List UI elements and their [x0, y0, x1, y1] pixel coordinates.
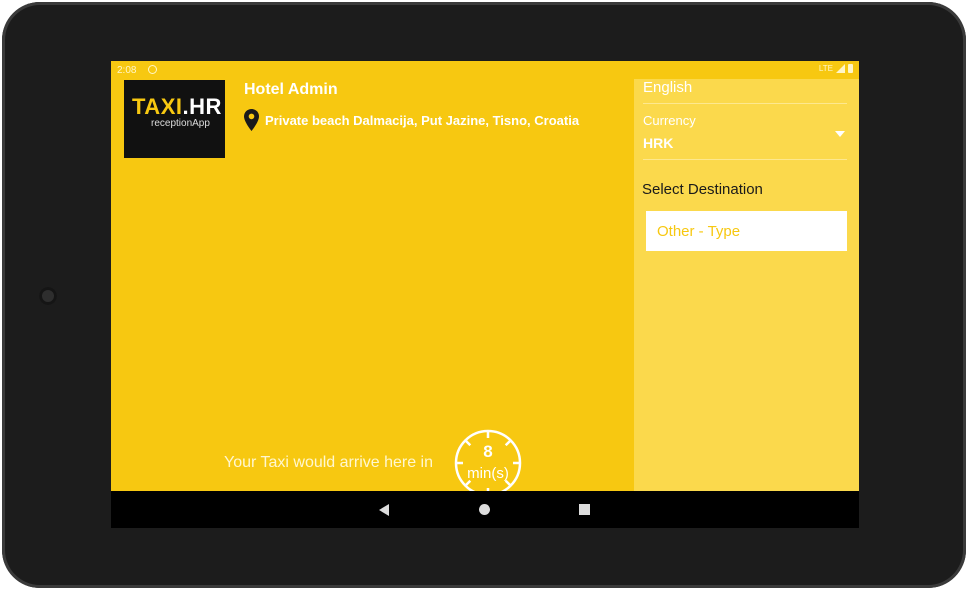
clock-icon [454, 429, 522, 497]
app-screen: 2:08 LTE TAXI.HR receptionApp Hotel Admi… [111, 61, 859, 528]
location-pin-icon [244, 109, 259, 131]
divider [643, 159, 847, 160]
battery-icon [848, 64, 853, 73]
status-indicators: LTE [819, 64, 853, 73]
destination-label: Select Destination [642, 181, 763, 198]
camera-icon [39, 287, 57, 305]
home-icon[interactable] [479, 504, 490, 515]
logo-brand-suffix: .HR [182, 94, 222, 119]
location-text: Private beach Dalmacija, Put Jazine, Tis… [265, 112, 580, 128]
logo-brand-main: TAXI [132, 94, 183, 119]
arrival-unit: min(s) [467, 465, 509, 482]
settings-panel: English Currency HRK Select Destination … [634, 79, 859, 491]
logo-brand: TAXI.HR [132, 94, 222, 120]
recents-icon[interactable] [579, 504, 590, 515]
system-nav-bar [111, 491, 859, 528]
taxi-hr-logo: TAXI.HR receptionApp [124, 80, 225, 158]
currency-select[interactable]: HRK [643, 135, 673, 151]
signal-icon [836, 64, 845, 73]
main-panel: TAXI.HR receptionApp Hotel Admin Private… [111, 61, 634, 497]
arrival-text: Your Taxi would arrive here in [224, 454, 434, 471]
currency-label: Currency [643, 113, 696, 128]
network-type: LTE [818, 64, 833, 73]
back-icon[interactable] [379, 504, 389, 516]
arrival-minutes: 8 [483, 442, 493, 461]
logo-subtitle: receptionApp [151, 118, 210, 129]
divider [643, 103, 847, 104]
hotel-name: Hotel Admin [244, 81, 338, 98]
arrival-timer: 8 min(s) [453, 428, 523, 498]
language-selector[interactable]: English [643, 79, 692, 96]
dropdown-caret-icon[interactable] [835, 131, 845, 137]
location-row: Private beach Dalmacija, Put Jazine, Tis… [244, 109, 579, 131]
destination-input[interactable]: Other - Type [646, 211, 847, 251]
